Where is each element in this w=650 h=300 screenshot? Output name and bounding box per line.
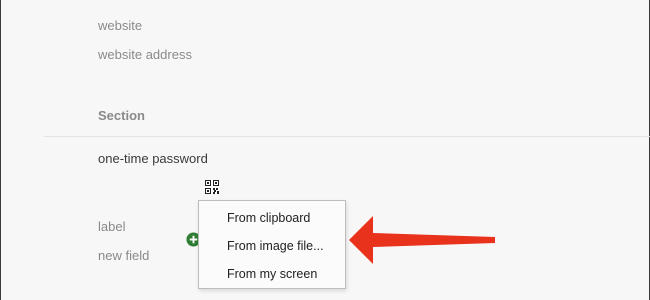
website-address-field[interactable]: website address xyxy=(98,47,192,62)
section-divider xyxy=(44,136,650,137)
website-label: website xyxy=(98,18,143,33)
menu-item-from-image-file[interactable]: From image file... xyxy=(199,233,345,259)
one-time-password-label: one-time password xyxy=(98,151,208,166)
section-header: Section xyxy=(98,108,145,123)
label-input[interactable]: label xyxy=(98,219,125,234)
menu-item-from-my-screen[interactable]: From my screen xyxy=(199,261,345,287)
item-editor-panel: website website address Section one-time… xyxy=(0,0,650,300)
new-field-input[interactable]: new field xyxy=(98,248,149,263)
red-arrow xyxy=(349,216,495,264)
menu-item-from-clipboard[interactable]: From clipboard xyxy=(199,205,345,231)
qr-code-icon[interactable] xyxy=(205,180,219,194)
qr-source-context-menu: From clipboard From image file... From m… xyxy=(198,200,346,289)
